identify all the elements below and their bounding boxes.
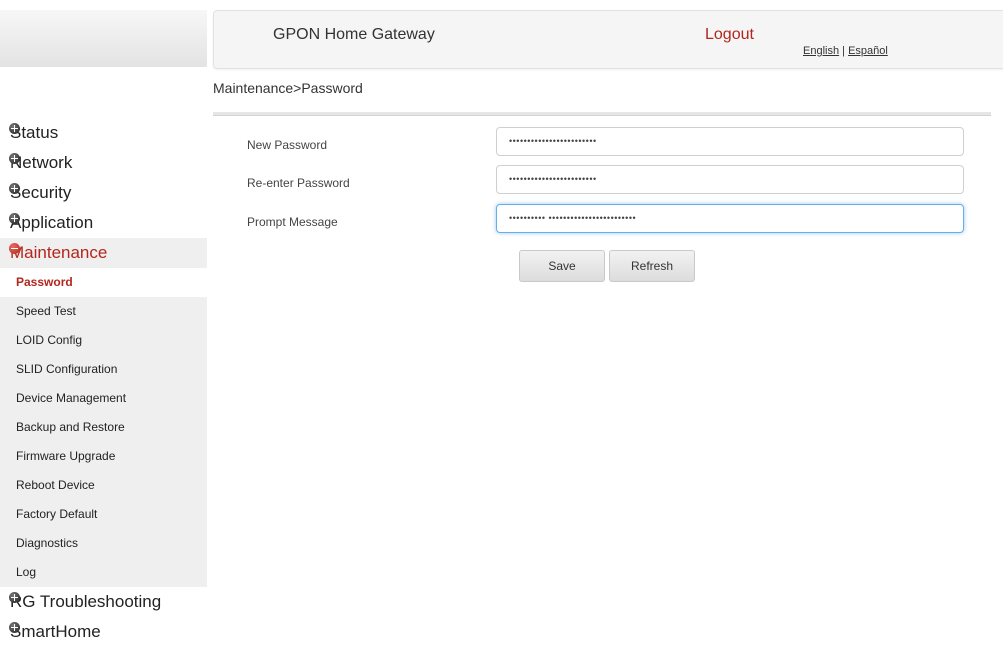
save-button[interactable]: Save (519, 250, 605, 282)
sidebar-subitem-loid-config[interactable]: LOID Config (0, 326, 207, 355)
sidebar-item-security[interactable]: Security (0, 178, 207, 208)
lang-separator: | (839, 45, 849, 57)
sidebar-subitem-password[interactable]: Password (0, 268, 207, 297)
refresh-button[interactable]: Refresh (609, 250, 695, 282)
language-switcher: English | Español (803, 45, 888, 57)
sidebar-subitem-backup-restore[interactable]: Backup and Restore (0, 413, 207, 442)
sidebar-item-network[interactable]: Network (0, 148, 207, 178)
sidebar-item-status[interactable]: Status (0, 118, 207, 148)
new-password-field[interactable]: •••••••••••••••••••••••• (496, 127, 964, 156)
sidebar-item-rg-troubleshooting[interactable]: RG Troubleshooting (0, 587, 207, 617)
prompt-message-label: Prompt Message (247, 215, 338, 229)
sidebar-subitem-speed-test[interactable]: Speed Test (0, 297, 207, 326)
sidebar-subitem-diagnostics[interactable]: Diagnostics (0, 529, 207, 558)
sidebar-item-label: SmartHome (10, 622, 101, 641)
sidebar-item-label: RG Troubleshooting (10, 592, 162, 611)
sidebar-item-label: Application (10, 213, 94, 232)
reenter-password-field[interactable]: •••••••••••••••••••••••• (496, 165, 964, 194)
breadcrumb: Maintenance>Password (213, 80, 363, 96)
expand-plus-icon (9, 622, 20, 633)
sidebar-item-label: Maintenance (10, 243, 108, 262)
new-password-label: New Password (247, 138, 328, 152)
sidebar-subitem-firmware-upgrade[interactable]: Firmware Upgrade (0, 442, 207, 471)
reenter-password-label: Re-enter Password (247, 176, 350, 190)
collapse-minus-icon (9, 243, 20, 254)
sidebar-subitem-slid-configuration[interactable]: SLID Configuration (0, 355, 207, 384)
sidebar-subitem-log[interactable]: Log (0, 558, 207, 587)
brand-logo-area (0, 10, 207, 67)
expand-plus-icon (9, 213, 20, 224)
breadcrumb-divider (213, 112, 991, 116)
sidebar-item-maintenance[interactable]: Maintenance (0, 238, 207, 268)
expand-plus-icon (9, 183, 20, 194)
sidebar-subitem-reboot-device[interactable]: Reboot Device (0, 471, 207, 500)
app-title: GPON Home Gateway (273, 26, 435, 43)
expand-plus-icon (9, 123, 20, 134)
lang-english-link[interactable]: English (803, 45, 839, 57)
top-header: GPON Home Gateway Logout English | Españ… (213, 10, 1003, 69)
sidebar-item-application[interactable]: Application (0, 208, 207, 238)
lang-espanol-link[interactable]: Español (848, 45, 888, 57)
sidebar-nav: Status Network Security Application Main… (0, 118, 207, 647)
logout-link[interactable]: Logout (705, 26, 754, 44)
prompt-message-field[interactable]: •••••••••• •••••••••••••••••••••••• (496, 204, 964, 233)
expand-plus-icon (9, 592, 20, 603)
sidebar-item-smarthome[interactable]: SmartHome (0, 617, 207, 647)
sidebar-subitem-factory-default[interactable]: Factory Default (0, 500, 207, 529)
sidebar-subitem-device-management[interactable]: Device Management (0, 384, 207, 413)
expand-plus-icon (9, 153, 20, 164)
